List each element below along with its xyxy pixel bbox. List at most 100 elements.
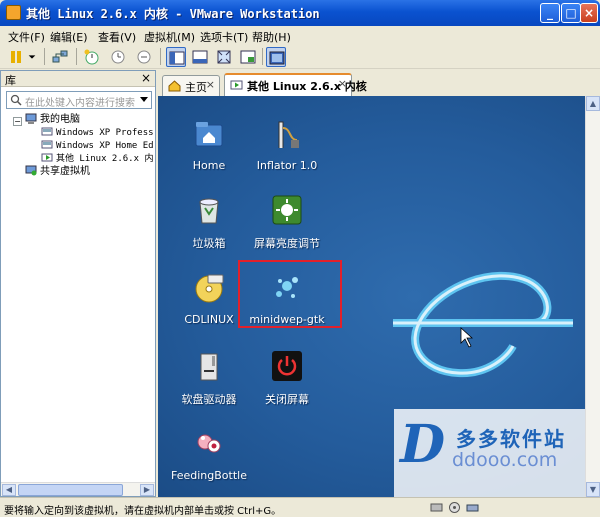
watermark: D 多多软件站 ddooo.com (394, 409, 585, 497)
chevron-down-icon (28, 55, 36, 59)
revert-icon (111, 50, 125, 64)
snapshot-manager-button[interactable] (134, 47, 154, 67)
tree-collapse-toggle[interactable]: − (13, 117, 22, 126)
power-dropdown[interactable] (26, 47, 38, 67)
vmware-app-icon (6, 5, 21, 20)
network-status-icon[interactable] (466, 501, 479, 514)
desktop-icon-label: 软盘驱动器 (181, 393, 237, 406)
maximize-button[interactable]: □ (561, 3, 581, 23)
scroll-thumb[interactable] (18, 484, 123, 496)
desktop-icon-label: 关闭屏幕 (265, 393, 309, 406)
tree-label-vm: Windows XP Home Editi (56, 141, 153, 151)
snapshot-manager-icon (137, 50, 151, 64)
scroll-left-button[interactable]: ◀ (2, 484, 16, 496)
thumbnail-view-icon (192, 50, 208, 64)
library-title: 库 (5, 74, 16, 87)
pause-icon (11, 51, 21, 63)
library-header: 库 × (1, 71, 155, 87)
tab-home[interactable]: 主页 × (162, 75, 220, 96)
vm-running-icon (230, 80, 243, 90)
search-dropdown-icon[interactable] (140, 97, 148, 102)
tab-bar: 主页 × 其他 Linux 2.6.x 内核 × (158, 70, 600, 96)
network-icon (52, 50, 68, 63)
menu-tabs[interactable]: 选项卡(T) (200, 29, 248, 45)
tree-item-vm-xp-home[interactable]: Windows XP Home Editi (41, 139, 153, 153)
tree-item-vm-linux[interactable]: 其他 Linux 2.6.x 内核 (41, 152, 153, 166)
tree-label-vm: 其他 Linux 2.6.x 内核 (56, 154, 153, 164)
scroll-down-button[interactable]: ▼ (586, 482, 600, 497)
vm-running-icon (41, 153, 53, 162)
cd-rom-status-icon[interactable] (448, 501, 461, 514)
library-close-button[interactable]: × (141, 71, 151, 85)
library-search-input[interactable]: 在此处键入内容进行搜索 (6, 91, 152, 109)
menu-help[interactable]: 帮助(H) (252, 29, 291, 45)
desktop-icon-feedingbottle[interactable]: FeedingBottle (164, 428, 254, 482)
menu-vm[interactable]: 虚拟机(M) (144, 29, 195, 45)
vm-vertical-scrollbar[interactable]: ▲ ▼ (585, 96, 600, 497)
menu-file[interactable]: 文件(F) (8, 29, 45, 45)
library-tree: − 我的电脑 Windows XP Profession Windows XP … (3, 113, 153, 483)
title-bar: 其他 Linux 2.6.x 内核 - VMware Workstation _… (0, 0, 600, 26)
tree-item-my-computer[interactable]: 我的电脑 (25, 113, 80, 127)
tab-label: 其他 Linux 2.6.x 内核 (247, 80, 367, 93)
shared-vm-icon (25, 165, 37, 176)
search-icon (10, 94, 22, 106)
watermark-site-name: 多多软件站 (456, 427, 566, 451)
desktop-icon-brightness[interactable]: 屏幕亮度调节 (242, 194, 332, 251)
desktop-icon-home[interactable]: Home (164, 118, 254, 172)
snapshot-button[interactable] (82, 47, 102, 67)
home-tab-icon (168, 80, 181, 92)
library-view-icon (169, 51, 185, 65)
vm-guest-desktop[interactable]: Home Inflator 1.0 垃圾箱 屏幕亮度调节 CDLINUX min… (158, 96, 585, 497)
unity-icon (240, 50, 256, 64)
tab-label: 主页 (185, 81, 207, 94)
watermark-url: ddooo.com (452, 449, 558, 471)
fullscreen-button[interactable] (214, 47, 234, 67)
desktop-icon-floppy[interactable]: 软盘驱动器 (164, 350, 254, 407)
thumbnail-bar-button[interactable] (190, 47, 210, 67)
library-panel: 库 × 在此处键入内容进行搜索 − 我的电脑 Windows XP Profes… (0, 70, 156, 497)
cdlinux-logo-icon (393, 271, 573, 378)
power-on-button[interactable] (6, 47, 26, 67)
minimize-button[interactable]: _ (540, 3, 560, 23)
desktop-icon-label: FeedingBottle (171, 469, 247, 482)
revert-snapshot-button[interactable] (108, 47, 128, 67)
tree-item-vm-xp-pro[interactable]: Windows XP Profession (41, 126, 153, 140)
library-horizontal-scrollbar[interactable]: ◀ ▶ (1, 482, 155, 496)
scroll-right-button[interactable]: ▶ (140, 484, 154, 496)
tab-close-icon[interactable]: × (338, 77, 347, 90)
snapshot-icon (84, 49, 99, 65)
tree-label-my-computer: 我的电脑 (40, 114, 80, 125)
show-library-button[interactable] (166, 47, 186, 67)
tab-linux-vm[interactable]: 其他 Linux 2.6.x 内核 × (224, 73, 367, 96)
desktop-icon-screen-off[interactable]: 关闭屏幕 (242, 350, 332, 407)
console-view-icon (269, 51, 285, 65)
watermark-logo-letter: D (400, 414, 446, 475)
power-icon (272, 351, 302, 381)
console-view-button[interactable] (266, 47, 286, 67)
window-title: 其他 Linux 2.6.x 内核 - VMware Workstation (26, 7, 320, 21)
desktop-icon-label: 屏幕亮度调节 (254, 237, 320, 250)
tab-close-icon[interactable]: × (206, 78, 215, 91)
network-button[interactable] (50, 47, 70, 67)
tree-item-shared-vms[interactable]: 共享虚拟机 (25, 165, 90, 179)
cd-dvd-icon (195, 274, 224, 303)
scroll-up-button[interactable]: ▲ (586, 96, 600, 111)
desktop-icon-trash[interactable]: 垃圾箱 (164, 194, 254, 251)
status-text: 要将输入定向到该虚拟机，请在虚拟机内部单击或按 Ctrl+G。 (4, 506, 282, 517)
desktop-icon-inflator[interactable]: Inflator 1.0 (242, 118, 332, 172)
tree-label-vm: Windows XP Profession (56, 128, 153, 138)
floppy-drive-icon (200, 353, 218, 381)
fullscreen-icon (217, 50, 231, 64)
vm-icon (41, 140, 53, 149)
desktop-icon-label: Home (192, 159, 226, 172)
menu-view[interactable]: 查看(V) (98, 29, 136, 45)
close-window-button[interactable]: × (580, 3, 598, 23)
toolbar (0, 45, 600, 69)
unity-button[interactable] (238, 47, 258, 67)
menu-edit[interactable]: 编辑(E) (50, 29, 88, 45)
desktop-icon-label: Inflator 1.0 (256, 159, 318, 172)
minidwep-highlight-box (238, 260, 342, 328)
vm-icon (41, 127, 53, 136)
hard-disk-status-icon[interactable] (430, 501, 443, 514)
